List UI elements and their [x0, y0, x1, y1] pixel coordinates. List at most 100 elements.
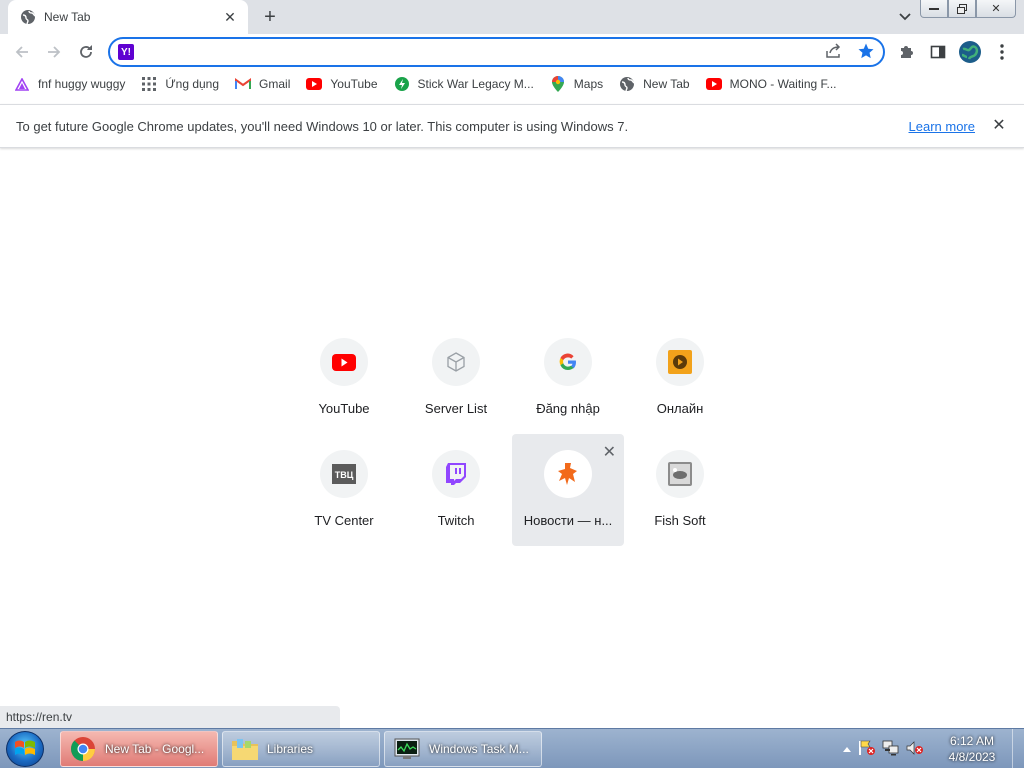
triangle-icon: [14, 76, 30, 92]
action-center-flag-icon[interactable]: [858, 740, 876, 759]
tab-new-tab[interactable]: New Tab ✕: [8, 0, 248, 34]
bookmark-item[interactable]: Stick War Legacy M...: [394, 76, 534, 92]
cube-icon: [432, 338, 480, 386]
tab-title: New Tab: [44, 10, 91, 24]
bookmark-label: Gmail: [259, 77, 291, 91]
show-desktop-button[interactable]: [1012, 729, 1024, 768]
toolbar: Y!: [0, 34, 1024, 70]
shortcut-label: Server List: [424, 401, 488, 416]
shortcut-tile[interactable]: YouTube: [288, 322, 400, 434]
game-icon: [394, 76, 410, 92]
shortcut-tile[interactable]: Twitch: [400, 434, 512, 546]
youtube-icon: [705, 76, 722, 92]
clock-date: 4/8/2023: [948, 750, 996, 764]
share-icon[interactable]: [825, 42, 843, 62]
restore-button[interactable]: [948, 0, 976, 18]
reload-button[interactable]: [74, 40, 98, 64]
tab-close-icon[interactable]: ✕: [222, 9, 238, 25]
bookmark-label: Stick War Legacy M...: [417, 77, 534, 91]
shortcut-label: Онлайн: [656, 401, 704, 416]
bookmark-label: MONO - Waiting F...: [729, 77, 837, 91]
address-input[interactable]: [142, 44, 825, 60]
forward-button[interactable]: [42, 40, 66, 64]
infobar-message: To get future Google Chrome updates, you…: [16, 118, 629, 134]
shortcut-tile[interactable]: Новости — н... ✕: [512, 434, 624, 546]
bookmark-item[interactable]: YouTube: [306, 76, 378, 92]
yahoo-search-icon: Y!: [118, 44, 134, 60]
bookmark-item[interactable]: MONO - Waiting F...: [705, 76, 837, 92]
taskbar-item-libraries[interactable]: Libraries: [222, 731, 380, 767]
taskbar-item-label: Libraries: [267, 742, 314, 756]
globe-icon: [20, 9, 36, 25]
taskbar-clock[interactable]: 6:12 AM 4/8/2023: [940, 733, 1004, 765]
shortcut-tile[interactable]: Fish Soft: [624, 434, 736, 546]
avatar[interactable]: [959, 41, 981, 63]
start-button[interactable]: [6, 731, 44, 767]
tab-strip: New Tab ✕ + ✕: [0, 0, 1024, 34]
system-tray: [842, 729, 924, 768]
address-bar[interactable]: Y!: [108, 37, 885, 67]
close-window-button[interactable]: ✕: [976, 0, 1016, 18]
twitch-icon: [432, 450, 480, 498]
shortcut-tile[interactable]: Онлайн: [624, 322, 736, 434]
update-infobar: To get future Google Chrome updates, you…: [0, 104, 1024, 148]
folder-icon: [231, 735, 259, 763]
shortcut-label: Fish Soft: [654, 513, 706, 528]
shortcut-label: Đăng nhập: [536, 401, 600, 416]
maps-pin-icon: [550, 76, 566, 92]
shortcut-label: Новости — н...: [523, 513, 613, 528]
task-manager-icon: [393, 735, 421, 763]
shortcut-label: YouTube: [318, 401, 370, 416]
bookmark-item[interactable]: Ứng dụng: [141, 76, 219, 92]
shortcut-tile[interactable]: Server List: [400, 322, 512, 434]
shortcut-label: Twitch: [437, 513, 475, 528]
youtube-icon: [320, 338, 368, 386]
chevron-down-icon[interactable]: [896, 8, 914, 26]
show-hidden-icons-icon[interactable]: [842, 742, 852, 756]
ren-icon: [544, 450, 592, 498]
volume-muted-icon[interactable]: [906, 740, 924, 759]
clock-time: 6:12 AM: [949, 734, 995, 748]
bookmark-label: fnf huggy wuggy: [38, 77, 126, 91]
taskbar-item-task-manager[interactable]: Windows Task M...: [384, 731, 542, 767]
shortcut-label: TV Center: [314, 513, 374, 528]
fish-icon: [656, 450, 704, 498]
bookmarks-bar: fnf huggy wuggy Ứng dụng Gmail YouTube S…: [0, 70, 1024, 98]
bookmark-label: Ứng dụng: [165, 77, 220, 91]
shortcut-tile[interactable]: Đăng nhập: [512, 322, 624, 434]
svg-text:ТВЦ: ТВЦ: [335, 470, 354, 480]
gmail-icon: [235, 76, 252, 92]
taskbar-item-chrome[interactable]: New Tab - Googl...: [60, 731, 218, 767]
bookmark-item[interactable]: Gmail: [235, 76, 290, 92]
network-icon[interactable]: [882, 740, 900, 759]
side-panel-icon[interactable]: [928, 42, 948, 62]
bookmark-star-icon[interactable]: [857, 42, 875, 63]
back-button[interactable]: [10, 40, 34, 64]
bookmark-label: New Tab: [643, 77, 690, 91]
bookmark-label: Maps: [573, 77, 604, 91]
extensions-puzzle-icon[interactable]: [896, 42, 916, 62]
window-controls: ✕: [920, 0, 1016, 18]
learn-more-link[interactable]: Learn more: [909, 119, 975, 134]
bookmark-item[interactable]: Maps: [550, 76, 603, 92]
bookmark-item[interactable]: New Tab: [619, 76, 690, 92]
apps-grid-icon: [141, 76, 157, 92]
google-icon: [544, 338, 592, 386]
taskbar-item-label: Windows Task M...: [429, 742, 529, 756]
status-url-bubble: https://ren.tv: [0, 706, 340, 728]
new-tab-button[interactable]: +: [258, 6, 282, 28]
bookmark-label: YouTube: [330, 77, 378, 91]
shortcut-tile[interactable]: ТВЦ TV Center: [288, 434, 400, 546]
close-icon[interactable]: ✕: [991, 118, 1007, 134]
taskbar-item-label: New Tab - Googl...: [105, 742, 205, 756]
menu-dots-icon[interactable]: [992, 42, 1012, 62]
chrome-icon: [69, 735, 97, 763]
shortcuts-grid: YouTube Server List Đăng nhập Онлайн ТВЦ…: [288, 322, 736, 546]
bookmark-item[interactable]: fnf huggy wuggy: [14, 76, 125, 92]
tvc-icon: ТВЦ: [320, 450, 368, 498]
minimize-button[interactable]: [920, 0, 948, 18]
remove-shortcut-icon[interactable]: ✕: [603, 442, 616, 462]
youtube-icon: [306, 76, 323, 92]
globe-icon: [619, 76, 635, 92]
taskbar: New Tab - Googl... Libraries Windows Tas…: [0, 728, 1024, 768]
